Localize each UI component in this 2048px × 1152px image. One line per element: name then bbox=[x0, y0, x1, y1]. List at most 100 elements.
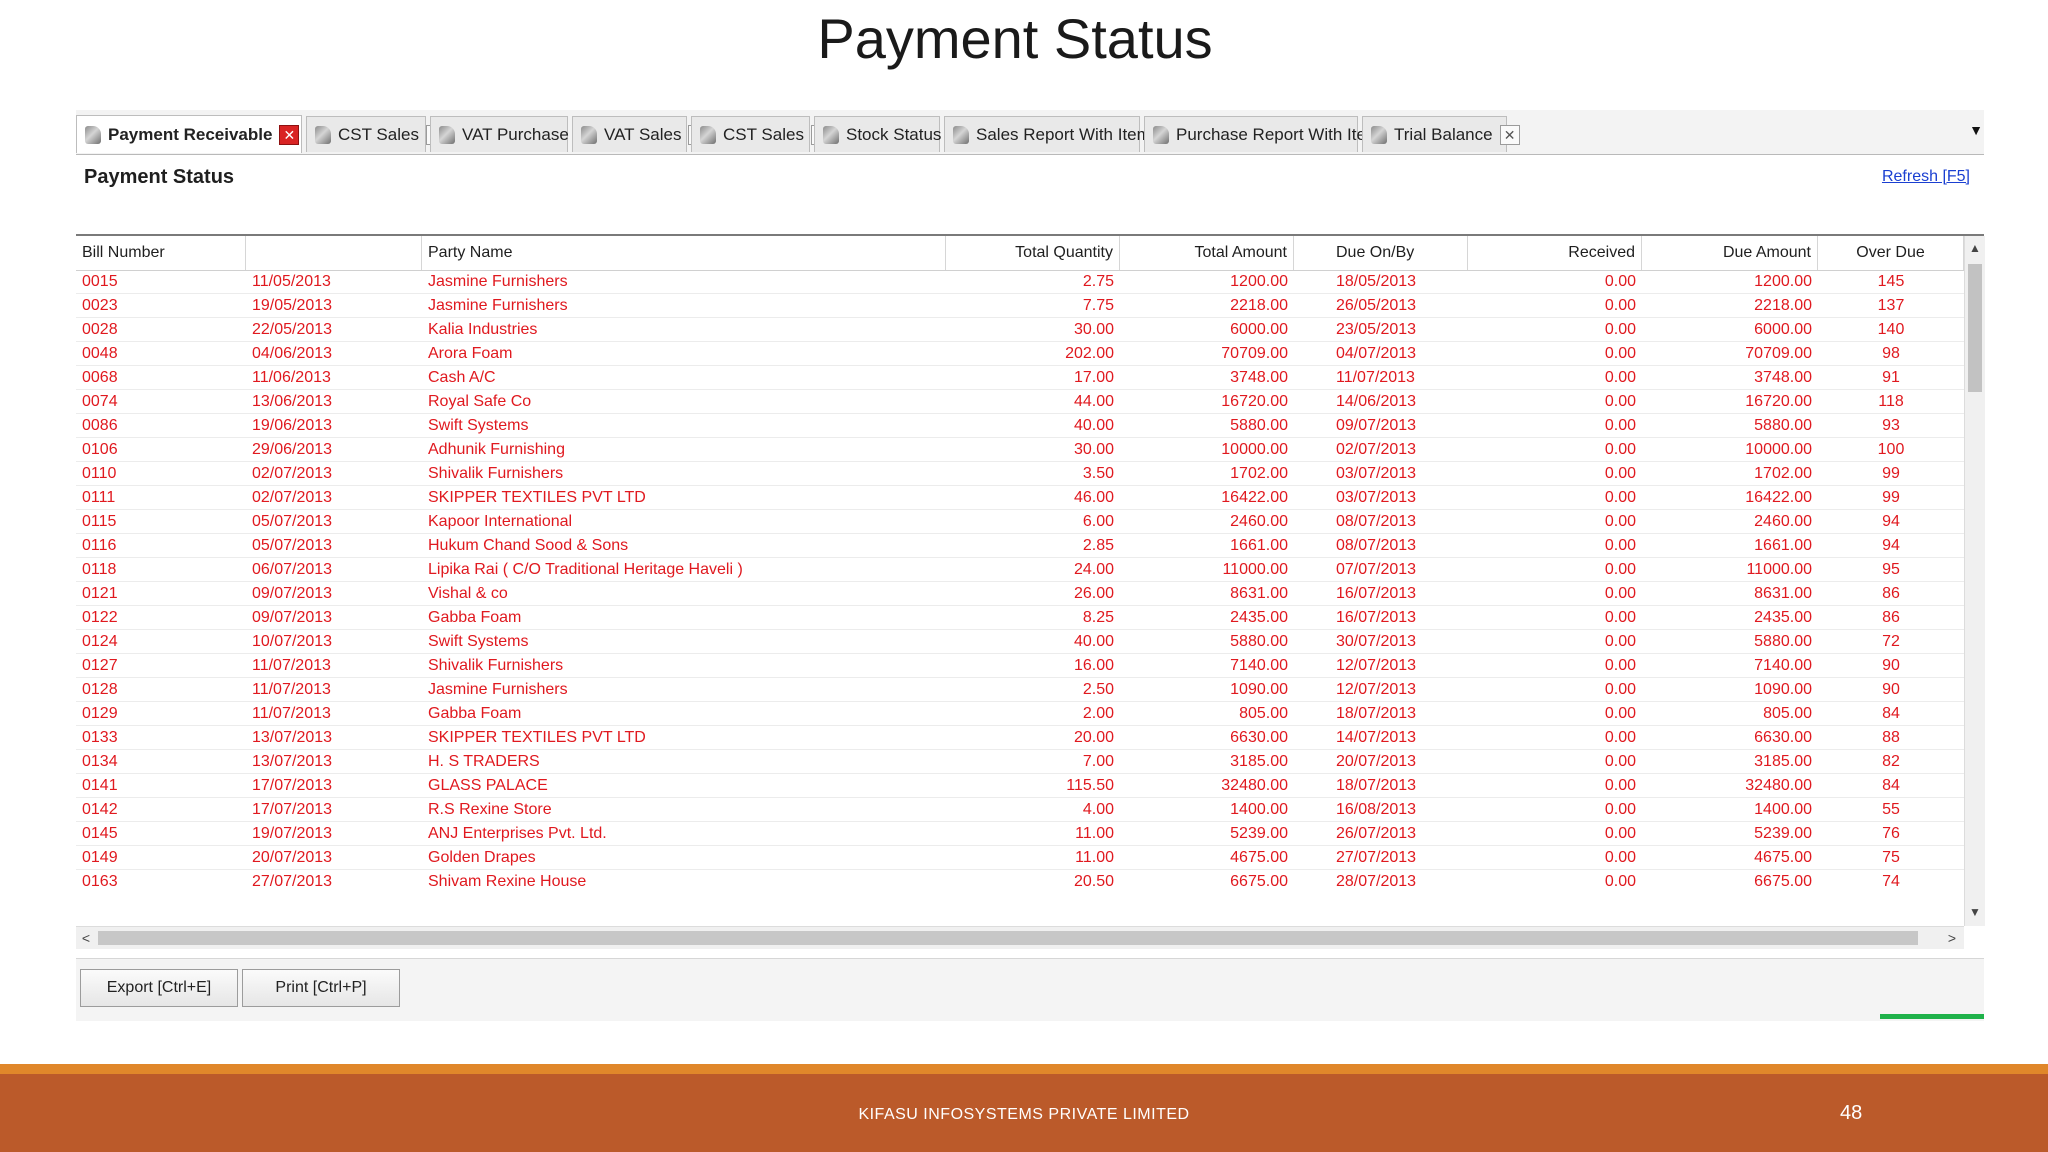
table-cell: 0.00 bbox=[1604, 393, 1636, 410]
report-icon bbox=[823, 125, 839, 144]
table-cell: 09/07/2013 bbox=[252, 609, 333, 626]
table-cell: 5880.00 bbox=[1754, 417, 1812, 434]
table-row[interactable]: 0086 19/06/2013 Swift Systems 40.00 5880.00 0… bbox=[76, 414, 1964, 438]
table-cell: 0.00 bbox=[1604, 345, 1636, 362]
table-row[interactable]: 0163 27/07/2013 Shivam Rexine House 20.50 66… bbox=[76, 870, 1964, 888]
column-header[interactable] bbox=[246, 236, 422, 270]
table-row[interactable]: 0015 11/05/2013 Jasmine Furnishers 2.75 1200… bbox=[76, 270, 1964, 294]
vertical-scrollbar[interactable]: ▲ ▼ bbox=[1964, 236, 1985, 926]
table-cell: 26/05/2013 bbox=[1336, 297, 1417, 314]
status-progress-indicator bbox=[1880, 1014, 1984, 1019]
table-row[interactable]: 0118 06/07/2013 Lipika Rai ( C/O Tradition… bbox=[76, 558, 1964, 582]
refresh-link[interactable]: Refresh [F5] bbox=[1882, 168, 1970, 186]
tab-cst-sales[interactable]: CST Sales✕ bbox=[306, 116, 446, 152]
table-cell: 7140.00 bbox=[1754, 657, 1812, 674]
table-row[interactable]: 0115 05/07/2013 Kapoor International 6.00 24… bbox=[76, 510, 1964, 534]
table-cell: 5880.00 bbox=[1754, 633, 1812, 650]
table-row[interactable]: 0028 22/05/2013 Kalia Industries 30.00 6000.… bbox=[76, 318, 1964, 342]
tab-trial-balance[interactable]: Trial Balance ✕ bbox=[1362, 116, 1520, 152]
table-row[interactable]: 0145 19/07/2013 ANJ Enterprises Pvt. Ltd. 1… bbox=[76, 822, 1964, 846]
export-button[interactable]: Export [Ctrl+E] bbox=[80, 969, 238, 1007]
table-row[interactable]: 0116 05/07/2013 Hukum Chand Sood & Sons 2.8… bbox=[76, 534, 1964, 558]
table-cell: 13/07/2013 bbox=[252, 729, 333, 746]
table-row[interactable]: 0133 13/07/2013 SKIPPER TEXTILES PVT LTD 20… bbox=[76, 726, 1964, 750]
table-row[interactable]: 0106 29/06/2013 Adhunik Furnishing 30.00 100… bbox=[76, 438, 1964, 462]
tab-vat-sales[interactable]: VAT Sales✕ bbox=[572, 116, 709, 152]
table-cell: 1400.00 bbox=[1754, 801, 1812, 818]
table-cell: 11/07/2013 bbox=[252, 705, 331, 722]
table-cell: Shivam Rexine House bbox=[428, 873, 587, 888]
tab-purchase-report-with-items[interactable]: Purchase Report With Items✕ bbox=[1144, 116, 1416, 152]
table-cell: 0134 bbox=[82, 753, 118, 770]
table-row[interactable]: 0074 13/06/2013 Royal Safe Co 44.00 16720.00… bbox=[76, 390, 1964, 414]
table-cell: 0118 bbox=[82, 561, 117, 578]
table-row[interactable]: 0129 11/07/2013 Gabba Foam 2.00 805.00 18/07/… bbox=[76, 702, 1964, 726]
vertical-scroll-thumb[interactable] bbox=[1968, 264, 1982, 392]
table-row[interactable]: 0142 17/07/2013 R.S Rexine Store 4.00 1400.0… bbox=[76, 798, 1964, 822]
column-header[interactable]: Total Amount bbox=[1120, 236, 1294, 270]
column-header[interactable]: Due On/By bbox=[1294, 236, 1468, 270]
table-cell: 11.00 bbox=[1075, 849, 1114, 866]
table-row[interactable]: 0023 19/05/2013 Jasmine Furnishers 7.75 2218… bbox=[76, 294, 1964, 318]
tab-payment-receivable[interactable]: Payment Receivable ✕ bbox=[76, 115, 302, 153]
horizontal-scroll-thumb[interactable] bbox=[98, 931, 1918, 945]
column-header[interactable]: Bill Number bbox=[76, 236, 246, 270]
tab-label: Purchase Report With Items bbox=[1176, 124, 1389, 144]
table-cell: 0.00 bbox=[1604, 369, 1636, 386]
close-icon[interactable]: ✕ bbox=[279, 124, 300, 145]
table-row[interactable]: 0111 02/07/2013 SKIPPER TEXTILES PVT LTD 46… bbox=[76, 486, 1964, 510]
tab-stock-status[interactable]: Stock Status✕ bbox=[814, 116, 969, 152]
scroll-right-icon[interactable]: > bbox=[1942, 927, 1962, 949]
column-header[interactable]: Over Due bbox=[1818, 236, 1964, 270]
table-cell: 2218.00 bbox=[1230, 297, 1288, 314]
table-cell: 0.00 bbox=[1604, 417, 1636, 434]
table-row[interactable]: 0122 09/07/2013 Gabba Foam 8.25 2435.00 16/07… bbox=[76, 606, 1964, 630]
table-row[interactable]: 0128 11/07/2013 Jasmine Furnishers 2.50 1090… bbox=[76, 678, 1964, 702]
table-row[interactable]: 0110 02/07/2013 Shivalik Furnishers 3.50 170… bbox=[76, 462, 1964, 486]
tab-sales-report-with-items[interactable]: Sales Report With Items✕ bbox=[944, 116, 1187, 152]
scroll-up-icon[interactable]: ▲ bbox=[1965, 238, 1985, 258]
table-row[interactable]: 0124 10/07/2013 Swift Systems 40.00 5880.00 3… bbox=[76, 630, 1964, 654]
tab-cst-sales[interactable]: CST Sales✕ bbox=[691, 116, 831, 152]
close-icon[interactable]: ✕ bbox=[1499, 124, 1520, 145]
table-cell: 2460.00 bbox=[1754, 513, 1812, 530]
column-header[interactable]: Received bbox=[1468, 236, 1642, 270]
table-cell: 7.75 bbox=[1082, 297, 1114, 314]
table-cell: 0141 bbox=[82, 777, 118, 794]
table-cell: 11000.00 bbox=[1746, 561, 1812, 578]
column-header[interactable]: Due Amount bbox=[1642, 236, 1818, 270]
table-cell: 09/07/2013 bbox=[1336, 417, 1417, 434]
table-row[interactable]: 0134 13/07/2013 H. S TRADERS 7.00 3185.00 20/… bbox=[76, 750, 1964, 774]
table-cell: H. S TRADERS bbox=[428, 753, 540, 770]
table-cell: 93 bbox=[1882, 417, 1900, 434]
table-cell: 03/07/2013 bbox=[1336, 489, 1417, 506]
table-cell: 28/07/2013 bbox=[1336, 873, 1417, 888]
tab-vat-purchase[interactable]: VAT Purchase✕ bbox=[430, 116, 596, 152]
scroll-down-icon[interactable]: ▼ bbox=[1965, 902, 1985, 922]
table-cell: 2435.00 bbox=[1230, 609, 1288, 626]
table-cell: 09/07/2013 bbox=[252, 585, 333, 602]
table-cell: 8631.00 bbox=[1230, 585, 1288, 602]
table-cell: 0.00 bbox=[1604, 489, 1636, 506]
table-cell: 99 bbox=[1882, 465, 1900, 482]
table-cell: 6630.00 bbox=[1754, 729, 1812, 746]
table-cell: 0106 bbox=[82, 441, 118, 458]
horizontal-scrollbar[interactable]: < > bbox=[76, 926, 1964, 949]
table-row[interactable]: 0068 11/06/2013 Cash A/C 17.00 3748.00 11/07/… bbox=[76, 366, 1964, 390]
table-cell: Lipika Rai ( C/O Traditional Heritage Ha… bbox=[428, 561, 743, 578]
print-button[interactable]: Print [Ctrl+P] bbox=[242, 969, 400, 1007]
table-row[interactable]: 0141 17/07/2013 GLASS PALACE 115.50 32480.00… bbox=[76, 774, 1964, 798]
table-cell: 0074 bbox=[82, 393, 118, 410]
tab-overflow-arrow-icon[interactable]: ▼ bbox=[1968, 122, 1984, 138]
table-cell: 0.00 bbox=[1604, 729, 1636, 746]
table-row[interactable]: 0149 20/07/2013 Golden Drapes 11.00 4675.00 2… bbox=[76, 846, 1964, 870]
scroll-left-icon[interactable]: < bbox=[76, 927, 96, 949]
table-row[interactable]: 0127 11/07/2013 Shivalik Furnishers 16.00 71… bbox=[76, 654, 1964, 678]
table-cell: 0.00 bbox=[1604, 801, 1636, 818]
table-row[interactable]: 0121 09/07/2013 Vishal & co 26.00 8631.00 16/… bbox=[76, 582, 1964, 606]
column-header[interactable]: Party Name bbox=[422, 236, 946, 270]
table-cell: 2435.00 bbox=[1754, 609, 1812, 626]
table-row[interactable]: 0048 04/06/2013 Arora Foam 202.00 70709.00 04… bbox=[76, 342, 1964, 366]
column-header[interactable]: Total Quantity bbox=[946, 236, 1120, 270]
table-cell: 40.00 bbox=[1073, 417, 1114, 434]
